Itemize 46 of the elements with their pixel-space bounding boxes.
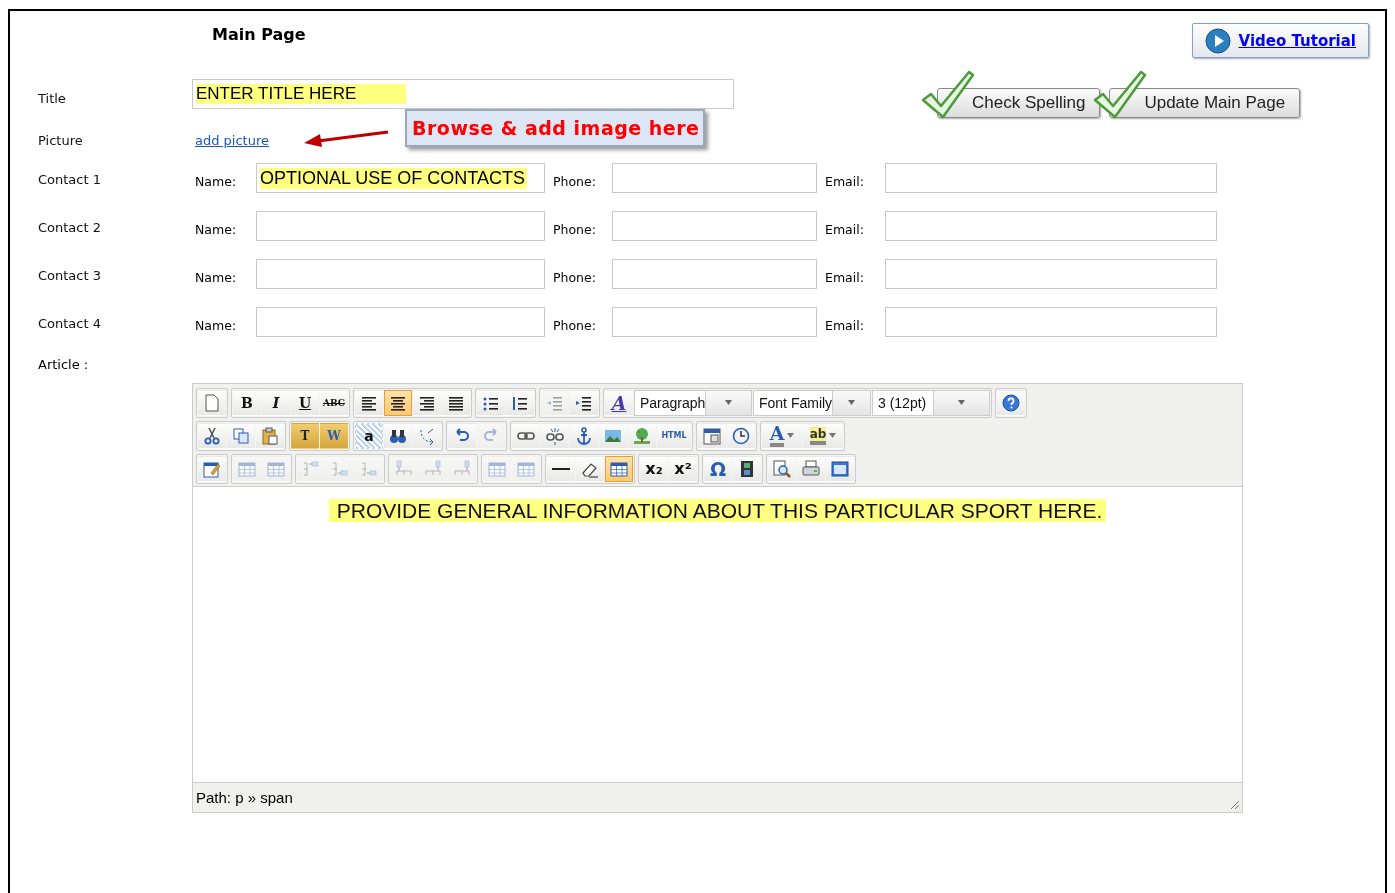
- video-tutorial-button[interactable]: Video Tutorial: [1191, 23, 1369, 58]
- dropdown[interactable]: 3 (12pt): [872, 389, 990, 416]
- dropdown[interactable]: Font Family: [753, 389, 871, 416]
- field-label: Name:: [194, 317, 238, 333]
- name-field[interactable]: OPTIONAL USE OF CONTACTS: [256, 163, 545, 193]
- field-label: Email:: [824, 269, 865, 285]
- element-path: Path: p » span: [196, 789, 293, 806]
- field-label: Contact 1: [38, 171, 102, 187]
- toolbar-button[interactable]: I: [262, 389, 290, 416]
- field-label: Phone:: [552, 221, 597, 237]
- toolbar-button[interactable]: B: [233, 389, 261, 416]
- field-label: Name:: [194, 269, 238, 285]
- field-label: Contact 2: [38, 219, 102, 235]
- action-button[interactable]: Check Spelling: [937, 88, 1101, 118]
- page-title: Main Page: [212, 25, 306, 46]
- field-label: Phone:: [552, 173, 597, 189]
- title-field[interactable]: ENTER TITLE HERE: [192, 79, 734, 109]
- field-label: Email:: [824, 317, 865, 333]
- toolbar-button[interactable]: a: [355, 422, 383, 449]
- field-label: Name:: [194, 221, 238, 237]
- field-label: Phone:: [552, 317, 597, 333]
- color-button[interactable]: A: [762, 422, 802, 449]
- action-button[interactable]: Update Main Page: [1109, 88, 1301, 118]
- toolbar-button[interactable]: T: [291, 422, 319, 449]
- toolbar-button[interactable]: x²: [669, 455, 697, 482]
- toolbar-button[interactable]: HTML: [657, 422, 691, 449]
- toolbar-button[interactable]: x₂: [640, 455, 668, 482]
- field-label: Phone:: [552, 269, 597, 285]
- toolbar-button[interactable]: U: [291, 389, 319, 416]
- field-label: Email:: [824, 173, 865, 189]
- field-label: Article :: [37, 356, 90, 374]
- dropdown[interactable]: Paragraph: [634, 389, 752, 416]
- field-label: Email:: [824, 221, 865, 237]
- toolbar-button[interactable]: Ω: [704, 455, 732, 482]
- article-text[interactable]: PROVIDE GENERAL INFORMATION ABOUT THIS PARTICULAR SPORT HERE.: [328, 499, 1107, 522]
- toolbar-button[interactable]: A: [605, 389, 633, 416]
- color-button[interactable]: ab: [803, 422, 843, 449]
- toolbar-button[interactable]: ABC: [320, 389, 348, 416]
- field-label: Name:: [194, 173, 238, 189]
- field-label: Picture: [38, 133, 84, 148]
- add-picture-link[interactable]: add picture: [195, 133, 269, 148]
- field-label: Title: [38, 90, 67, 106]
- field-label: Contact 3: [38, 267, 102, 283]
- toolbar-button[interactable]: W: [320, 422, 348, 449]
- field-label: Contact 4: [38, 315, 102, 331]
- callout: Browse & add image here: [405, 109, 705, 147]
